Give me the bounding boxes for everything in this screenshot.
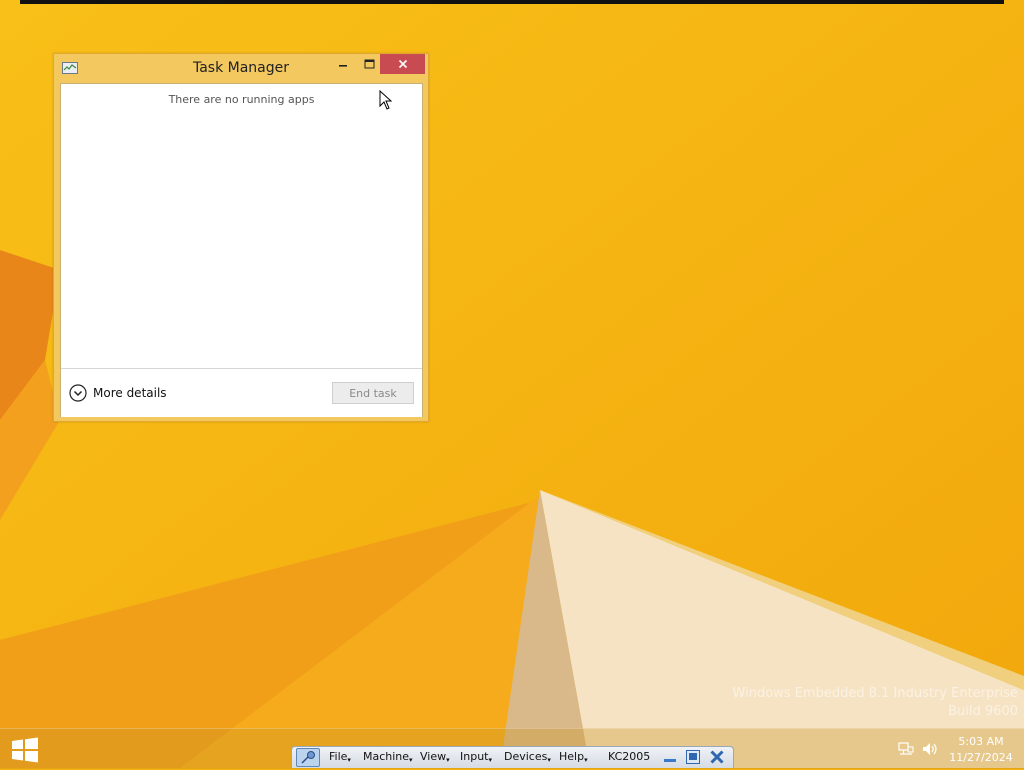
mouse-cursor-icon — [379, 90, 393, 110]
menu-arrow-icon: ▾ — [488, 756, 492, 764]
menu-help[interactable]: Help▾ — [559, 750, 588, 764]
task-manager-content: There are no running apps More details E… — [60, 83, 423, 417]
minimize-vm-icon[interactable] — [662, 749, 678, 765]
taskbar-clock[interactable]: 5:03 AM 11/27/2024 — [948, 734, 1014, 766]
menu-arrow-icon: ▾ — [347, 756, 351, 764]
menu-machine[interactable]: Machine▾ — [363, 750, 413, 764]
pin-icon — [301, 751, 315, 764]
close-vm-icon[interactable] — [709, 749, 725, 765]
menu-arrow-icon: ▾ — [584, 756, 588, 764]
task-manager-window[interactable]: Task Manager There are no running apps M… — [53, 53, 429, 422]
exit-fullscreen-icon[interactable] — [685, 749, 701, 765]
windows-logo-pane — [12, 751, 23, 761]
menu-file[interactable]: File▾ — [329, 750, 351, 764]
close-button[interactable] — [380, 54, 425, 74]
menu-arrow-icon: ▾ — [547, 756, 551, 764]
empty-apps-message: There are no running apps — [168, 93, 315, 106]
network-icon[interactable] — [897, 740, 915, 758]
menu-view-label: View — [420, 750, 447, 763]
close-icon — [398, 59, 407, 69]
minimize-button[interactable] — [330, 54, 356, 74]
chevron-down-icon — [69, 384, 87, 402]
windows-logo-pane — [25, 737, 38, 749]
minimize-icon — [339, 65, 347, 67]
maximize-icon — [364, 59, 374, 69]
menu-devices-label: Devices — [504, 750, 548, 763]
menu-input[interactable]: Input▾ — [460, 750, 492, 764]
virtualbox-mini-toolbar[interactable]: File▾ Machine▾ View▾ Input▾ Devices▾ Hel… — [291, 746, 734, 768]
clock-date: 11/27/2024 — [949, 751, 1013, 764]
windows-logo-icon — [12, 739, 23, 749]
more-details-toggle[interactable]: More details — [69, 383, 167, 403]
menu-machine-label: Machine — [363, 750, 410, 763]
volume-icon[interactable] — [921, 740, 939, 758]
start-button[interactable] — [10, 737, 40, 763]
windows-version-watermark: Windows Embedded 8.1 Industry Enterprise… — [733, 685, 1018, 721]
menu-input-label: Input — [460, 750, 489, 763]
window-footer: More details End task — [61, 368, 422, 417]
title-bar[interactable]: Task Manager — [54, 54, 428, 82]
end-task-button[interactable]: End task — [332, 382, 414, 404]
menu-arrow-icon: ▾ — [446, 756, 450, 764]
menu-help-label: Help — [559, 750, 585, 763]
watermark-build: Build 9600 — [948, 704, 1018, 719]
clock-time: 5:03 AM — [958, 735, 1004, 748]
maximize-button[interactable] — [356, 54, 382, 74]
menu-devices[interactable]: Devices▾ — [504, 750, 551, 764]
pin-button[interactable] — [296, 748, 320, 767]
windows-logo-pane — [25, 751, 38, 763]
watermark-edition: Windows Embedded 8.1 Industry Enterprise — [732, 686, 1018, 701]
top-edge-bar — [20, 0, 1004, 4]
menu-arrow-icon: ▾ — [409, 756, 413, 764]
more-details-label: More details — [93, 386, 167, 400]
menu-view[interactable]: View▾ — [420, 750, 450, 764]
vm-name-label: KC2005 — [608, 750, 651, 763]
menu-file-label: File — [329, 750, 348, 763]
